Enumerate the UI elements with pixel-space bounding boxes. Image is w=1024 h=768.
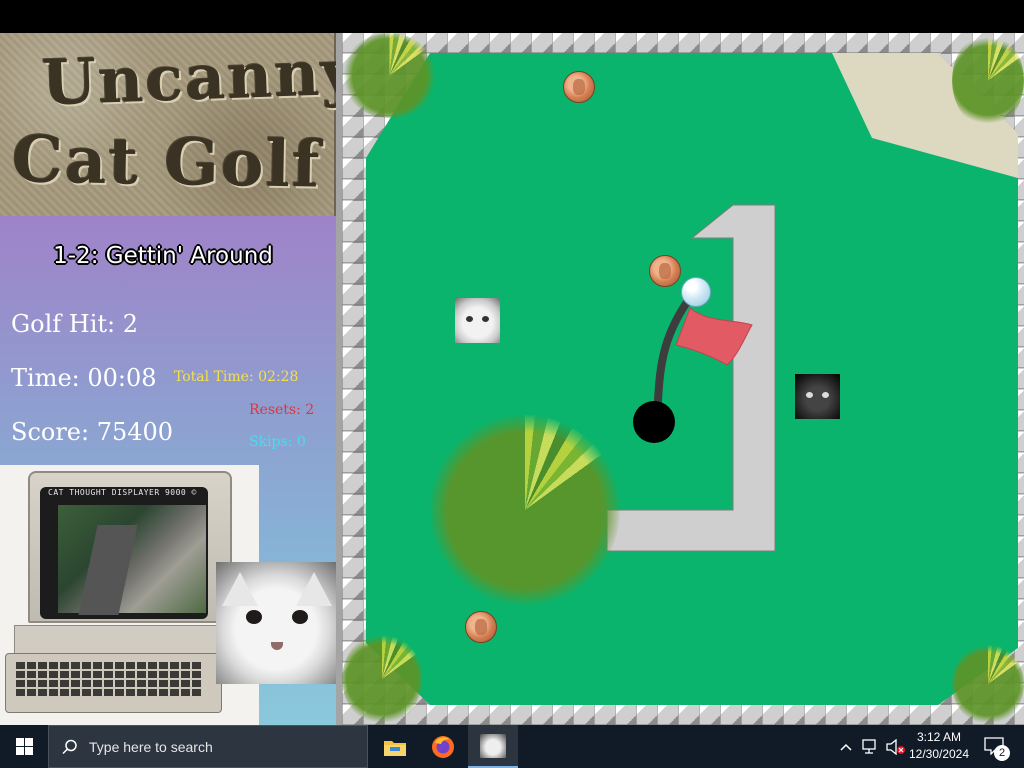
taskbar-clock[interactable]: 3:12 AM 12/30/2024: [906, 729, 972, 765]
clock-time: 3:12 AM: [916, 730, 962, 744]
cat-eye-right: [482, 316, 489, 322]
penny-coin: [465, 611, 497, 643]
search-icon: [62, 739, 77, 755]
screen-road-scene: [78, 525, 138, 615]
file-explorer-icon: [384, 740, 406, 756]
clock-date: 12/30/2024: [908, 747, 970, 761]
palm-tree-top-left: [342, 33, 437, 118]
cat-face-tile-white: [455, 298, 500, 343]
volume-muted-icon[interactable]: [886, 739, 906, 755]
chevron-up-icon[interactable]: [840, 743, 852, 751]
game-logo: Uncanny Cat Golf: [0, 33, 336, 216]
computer-base: [14, 625, 218, 655]
palm-tree-bottom-right: [952, 643, 1024, 725]
penny-coin: [649, 255, 681, 287]
cat-nose: [271, 642, 283, 650]
cat-eye-left: [466, 316, 473, 322]
palm-tree-top-right: [952, 33, 1024, 128]
keyboard: [5, 653, 222, 713]
cat-ear-right: [296, 572, 332, 606]
logo-title-line-1: Uncanny: [40, 35, 336, 120]
taskbar-app-cat-golf[interactable]: [468, 725, 518, 768]
cat-golf-app-icon: [480, 733, 506, 758]
cat-face-portrait: [216, 562, 336, 684]
golf-hit-counter: Golf Hit: 2: [11, 310, 139, 338]
firefox-icon: [432, 735, 454, 758]
taskbar-search-box[interactable]: Type here to search: [48, 725, 368, 768]
total-time-display: Total Time: 02:28: [174, 369, 299, 385]
monitor-casing: CAT THOUGHT DISPLAYER 9000 ©: [28, 471, 232, 623]
cat-eye-left: [246, 610, 262, 624]
taskbar-app-firefox[interactable]: [420, 725, 466, 768]
logo-title-line-2: Cat Golf: [11, 122, 323, 203]
golf-hole: [633, 401, 675, 443]
taskbar: Type here to search 3:12 AM 12/30/2024 2: [0, 725, 1024, 768]
window-top-bar: [0, 0, 1024, 33]
score-display: Score: 75400: [11, 418, 174, 446]
cat-face-tile-dark: [795, 374, 840, 419]
penny-coin: [563, 71, 595, 103]
cat-eye-right: [292, 610, 308, 624]
network-icon[interactable]: [862, 739, 880, 754]
cat-eye-right: [822, 392, 829, 398]
golf-ball[interactable]: [681, 277, 711, 307]
skips-counter: Skips: 0: [249, 434, 306, 450]
course-svg: [366, 53, 1018, 705]
palm-tree-center: [430, 415, 620, 605]
cat-thought-screen: [58, 505, 206, 615]
keyboard-keys: [16, 662, 201, 698]
monitor-screen-frame: CAT THOUGHT DISPLAYER 9000 ©: [40, 487, 208, 619]
resets-counter: Resets: 2: [249, 402, 315, 418]
level-title: 1-2: Gettin' Around: [53, 243, 273, 269]
notification-count-badge: 2: [994, 745, 1010, 761]
monitor-caption: CAT THOUGHT DISPLAYER 9000 ©: [48, 488, 197, 497]
palm-tree-bottom-left: [342, 633, 422, 725]
search-placeholder: Type here to search: [89, 739, 213, 755]
start-button[interactable]: [0, 725, 48, 768]
taskbar-app-file-explorer[interactable]: [372, 725, 418, 768]
windows-logo-icon: [15, 738, 33, 755]
golf-course-view[interactable]: [336, 33, 1024, 725]
level-timer: Time: 00:08: [11, 364, 157, 392]
cat-ear-left: [222, 572, 258, 606]
cat-eye-left: [806, 392, 813, 398]
notification-center-button[interactable]: 2: [980, 725, 1020, 768]
